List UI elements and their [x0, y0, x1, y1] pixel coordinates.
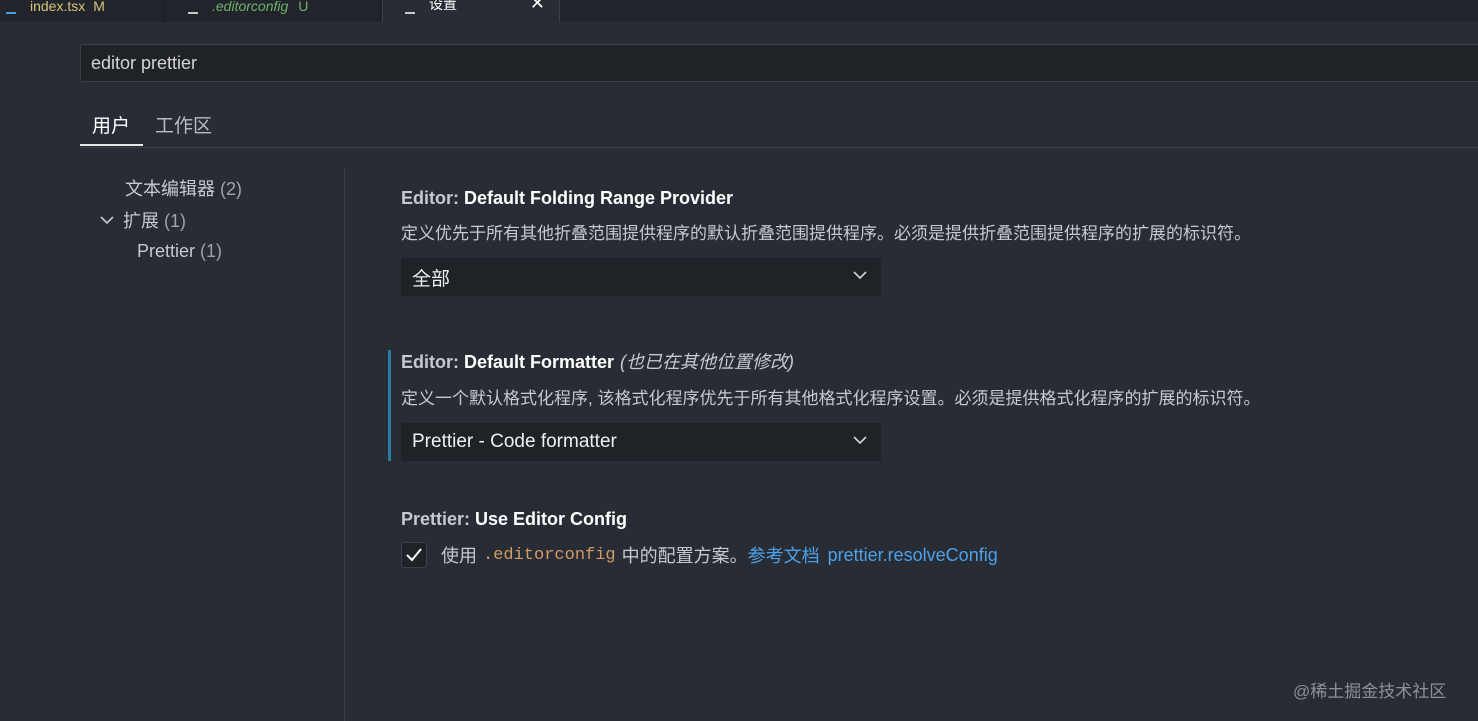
resolve-config-link[interactable]: prettier.resolveConfig [828, 545, 998, 566]
chevron-down-icon [853, 436, 867, 445]
file-icon [188, 12, 198, 14]
setting-checkbox-row: 使用 .editorconfig 中的配置方案。 参考文档 prettier.r… [401, 542, 1471, 568]
close-icon[interactable]: ✕ [530, 0, 545, 14]
scope-tab-user[interactable]: 用户 [92, 111, 130, 138]
toc-count: (2) [220, 179, 243, 199]
docs-link[interactable]: 参考文档 [748, 542, 820, 568]
settings-toc: 文本编辑器 (2) 扩展 (1) Prettier (1) [80, 168, 344, 721]
default-formatter-select[interactable]: Prettier - Code formatter [401, 423, 881, 461]
scope-tab-workspace[interactable]: 工作区 [155, 111, 212, 138]
setting-use-editor-config: Prettier: Use Editor Config 使用 .editorco… [401, 509, 1471, 568]
tab-label: index.tsx [30, 0, 86, 14]
setting-description: 定义一个默认格式化程序, 该格式化程序优先于所有其他格式化程序设置。必须是提供格… [401, 389, 1261, 408]
modified-badge: M [93, 0, 105, 14]
setting-default-folding-range-provider: Editor: Default Folding Range Provider 定… [401, 188, 1471, 296]
select-value: 全部 [412, 268, 451, 290]
setting-name: Use Editor Config [475, 509, 628, 529]
toc-label: 文本编辑器 [125, 179, 215, 199]
toc-label: 扩展 [123, 211, 160, 231]
inline-code: .editorconfig [483, 545, 616, 565]
tab-editorconfig[interactable]: .editorconfig U [166, 0, 381, 22]
use-editor-config-checkbox[interactable] [401, 542, 427, 568]
tab-label: 设置 [429, 0, 457, 12]
chevron-down-icon [853, 271, 867, 280]
setting-category: Prettier: [401, 509, 476, 529]
tab-label: .editorconfig [212, 0, 289, 14]
settings-scope-tabs: 用户 工作区 [80, 100, 1478, 148]
tab-settings[interactable]: 设置 ✕ [382, 0, 560, 22]
toc-count: (1) [200, 241, 223, 261]
setting-category: Editor: [401, 188, 464, 208]
settings-search-input[interactable] [80, 44, 1478, 82]
setting-description: 定义优先于所有其他折叠范围提供程序的默认折叠范围提供程序。必须是提供折叠范围提供… [401, 224, 1251, 243]
setting-title: Editor: Default Formatter (也已在其他位置修改) [401, 348, 1471, 374]
checkbox-description-middle: 中的配置方案。 [621, 546, 748, 566]
setting-title: Prettier: Use Editor Config [401, 509, 1471, 530]
modified-indicator-bar [388, 350, 391, 461]
setting-default-formatter: Editor: Default Formatter (也已在其他位置修改) 定义一… [401, 348, 1471, 461]
setting-title: Editor: Default Folding Range Provider [401, 188, 1471, 209]
file-icon [6, 12, 16, 14]
setting-category: Editor: [401, 352, 464, 372]
tab-index-tsx[interactable]: index.tsx M [0, 0, 165, 22]
toc-item-extensions[interactable]: 扩展 (1) [100, 207, 186, 233]
toc-count: (1) [164, 211, 187, 231]
untracked-badge: U [298, 0, 309, 14]
toc-item-prettier[interactable]: Prettier (1) [137, 241, 222, 262]
active-tab-indicator [80, 144, 143, 146]
setting-name: Default Formatter [464, 352, 615, 372]
select-value: Prettier - Code formatter [412, 431, 617, 452]
chevron-down-icon[interactable] [100, 212, 118, 228]
settings-file-icon [405, 12, 415, 14]
watermark: @稀土掘金技术社区 [1293, 682, 1447, 701]
modified-elsewhere-note[interactable]: (也已在其他位置修改) [620, 352, 794, 372]
folding-provider-select[interactable]: 全部 [401, 258, 881, 296]
check-icon [406, 548, 422, 562]
setting-name: Default Folding Range Provider [464, 188, 734, 208]
editor-tab-bar: index.tsx M .editorconfig U 设置 ✕ [0, 0, 1478, 22]
checkbox-description-prefix: 使用 [441, 546, 477, 566]
toc-divider [344, 168, 345, 721]
toc-item-text-editor[interactable]: 文本编辑器 (2) [125, 175, 242, 201]
toc-label: Prettier [137, 241, 196, 261]
